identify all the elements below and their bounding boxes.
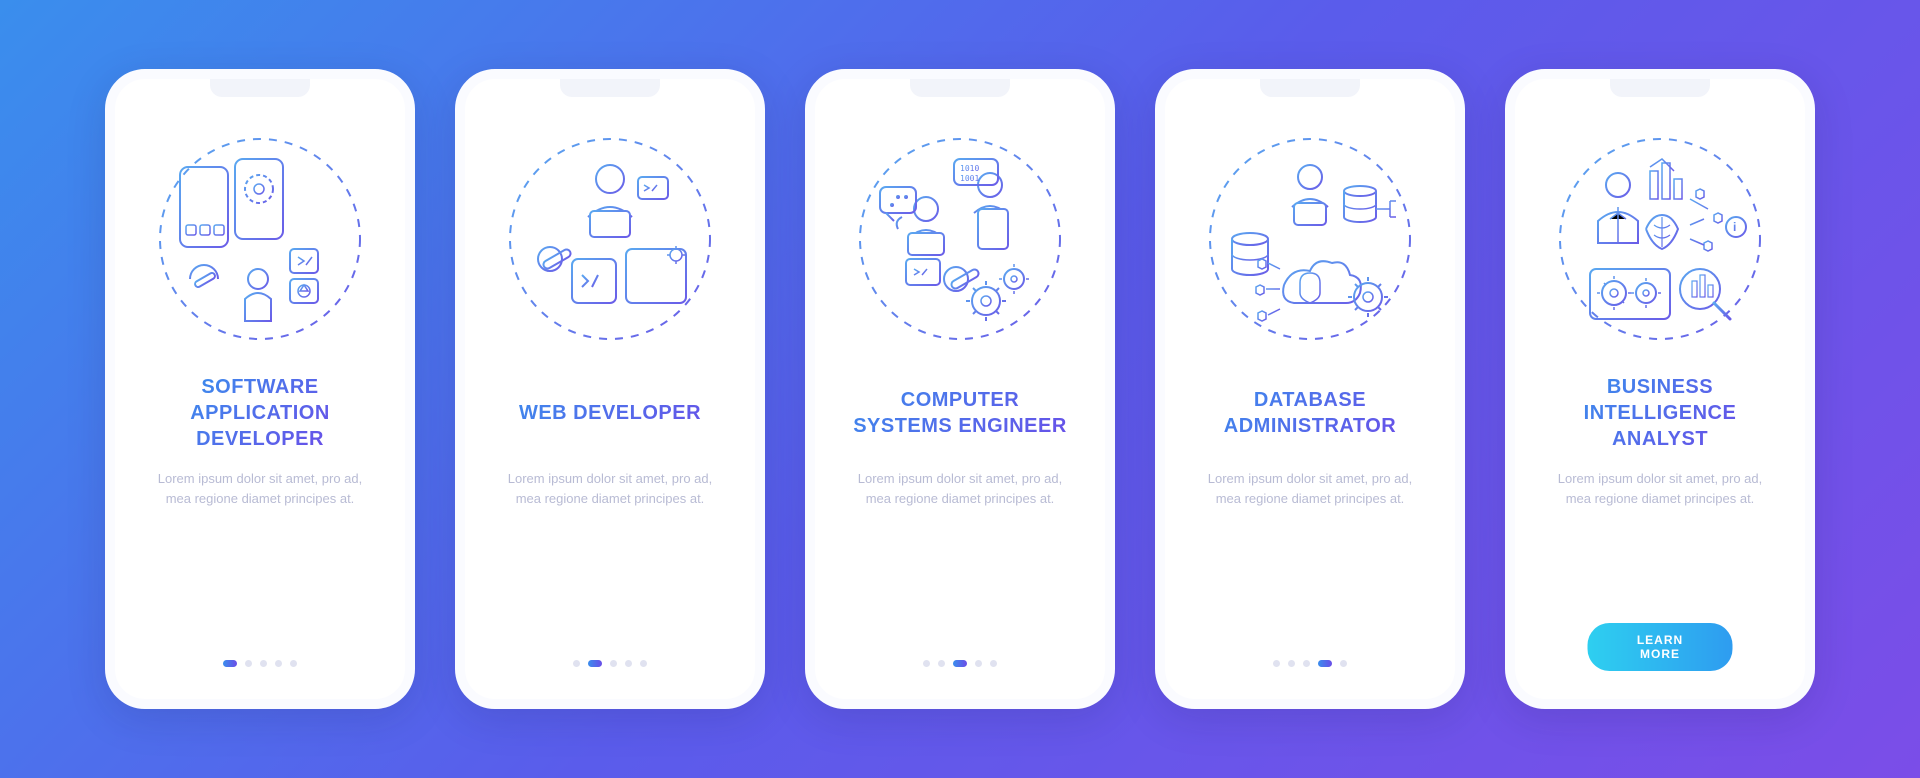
svg-text:i: i: [1733, 220, 1736, 234]
software-developer-icon: [150, 129, 370, 349]
svg-text:1010: 1010: [960, 164, 979, 173]
dot-2[interactable]: [245, 660, 252, 667]
onboarding-screen-2: WEB DEVELOPER Lorem ipsum dolor sit amet…: [455, 69, 765, 709]
svg-text:1001: 1001: [960, 174, 979, 183]
dot-2[interactable]: [1288, 660, 1295, 667]
phone-notch: [1610, 79, 1710, 97]
dot-4[interactable]: [975, 660, 982, 667]
dot-4[interactable]: [275, 660, 282, 667]
dot-4[interactable]: [625, 660, 632, 667]
dot-1[interactable]: [923, 660, 930, 667]
dot-3[interactable]: [1303, 660, 1310, 667]
systems-engineer-icon: 1010 1001: [850, 129, 1070, 349]
screen-description: Lorem ipsum dolor sit amet, pro ad, mea …: [489, 469, 731, 508]
screen-title: COMPUTER SYSTEMS ENGINEER: [853, 373, 1067, 453]
pagination-dots: [223, 660, 297, 667]
screen-title: WEB DEVELOPER: [519, 373, 701, 453]
screen-description: Lorem ipsum dolor sit amet, pro ad, mea …: [1539, 469, 1781, 508]
screen-description: Lorem ipsum dolor sit amet, pro ad, mea …: [839, 469, 1081, 508]
phone-notch: [560, 79, 660, 97]
web-developer-icon: [500, 129, 720, 349]
dot-5[interactable]: [1340, 660, 1347, 667]
pagination-dots: [573, 660, 647, 667]
dot-5[interactable]: [990, 660, 997, 667]
phone-notch: [1260, 79, 1360, 97]
dot-2[interactable]: [938, 660, 945, 667]
dot-3[interactable]: [260, 660, 267, 667]
onboarding-screen-5: i BUSINESS INTELLIGENCE ANALYST Lorem ip…: [1505, 69, 1815, 709]
dot-3[interactable]: [610, 660, 617, 667]
phone-notch: [910, 79, 1010, 97]
dot-4[interactable]: [1318, 660, 1332, 667]
screen-title: BUSINESS INTELLIGENCE ANALYST: [1584, 373, 1737, 453]
screen-description: Lorem ipsum dolor sit amet, pro ad, mea …: [139, 469, 381, 508]
pagination-dots: [1273, 660, 1347, 667]
onboarding-screen-3: 1010 1001 COMPUTER SYSTEMS ENGINEER Lore…: [805, 69, 1115, 709]
learn-more-button[interactable]: LEARN MORE: [1588, 623, 1733, 671]
dot-1[interactable]: [573, 660, 580, 667]
screen-description: Lorem ipsum dolor sit amet, pro ad, mea …: [1189, 469, 1431, 508]
screen-title: SOFTWARE APPLICATION DEVELOPER: [190, 373, 330, 453]
screen-title: DATABASE ADMINISTRATOR: [1224, 373, 1396, 453]
pagination-dots: [923, 660, 997, 667]
dot-2[interactable]: [588, 660, 602, 667]
database-admin-icon: [1200, 129, 1420, 349]
dot-3[interactable]: [953, 660, 967, 667]
onboarding-screen-1: SOFTWARE APPLICATION DEVELOPER Lorem ips…: [105, 69, 415, 709]
onboarding-screen-4: DATABASE ADMINISTRATOR Lorem ipsum dolor…: [1155, 69, 1465, 709]
dot-1[interactable]: [1273, 660, 1280, 667]
phone-notch: [210, 79, 310, 97]
dot-5[interactable]: [640, 660, 647, 667]
dot-1[interactable]: [223, 660, 237, 667]
bi-analyst-icon: i: [1550, 129, 1770, 349]
dot-5[interactable]: [290, 660, 297, 667]
